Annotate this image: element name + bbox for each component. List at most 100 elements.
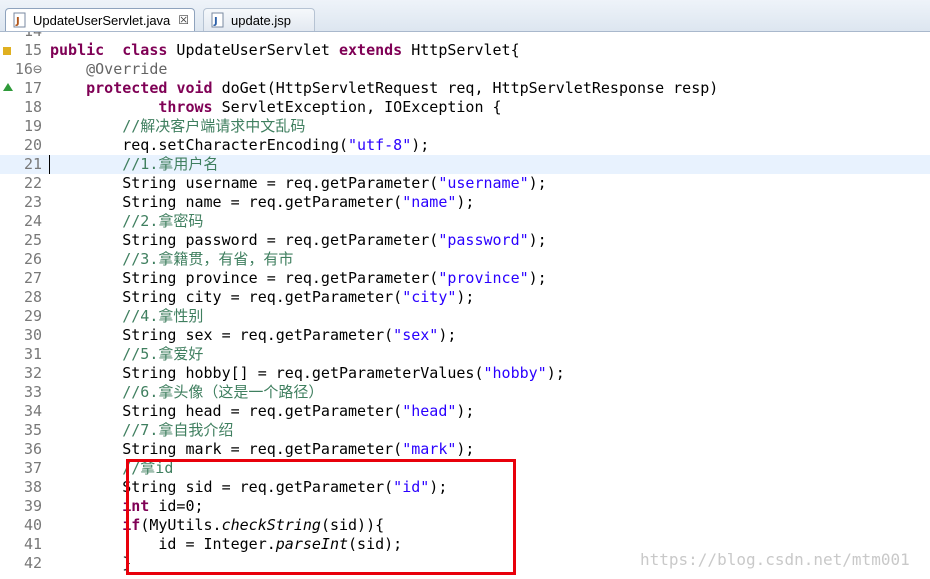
code-line[interactable]: 26 //3.拿籍贯，有省，有市 bbox=[0, 250, 930, 269]
code-line[interactable]: 30 String sex = req.getParameter("sex"); bbox=[0, 326, 930, 345]
code-text: String hobby[] = req.getParameterValues(… bbox=[50, 364, 565, 383]
code-token: ); bbox=[456, 402, 475, 420]
line-number: 22 bbox=[23, 174, 42, 192]
code-token: ); bbox=[456, 193, 475, 211]
code-text: String username = req.getParameter("user… bbox=[50, 174, 547, 193]
code-token: "name" bbox=[402, 193, 457, 211]
code-token: } bbox=[50, 554, 132, 572]
code-line[interactable]: 31 //5.拿爱好 bbox=[0, 345, 930, 364]
line-number: 38 bbox=[23, 478, 42, 496]
editor-tab-bar: J UpdateUserServlet.java ☒ J update.jsp bbox=[0, 0, 930, 32]
code-token: "province" bbox=[438, 269, 529, 287]
code-token: String username = req.getParameter( bbox=[50, 174, 439, 192]
code-token: String name = req.getParameter( bbox=[50, 193, 403, 211]
code-line[interactable]: 14 bbox=[0, 32, 930, 41]
code-line[interactable]: 19 //解决客户端请求中文乱码 bbox=[0, 117, 930, 136]
line-number: 24 bbox=[23, 212, 42, 230]
override-marker-icon[interactable] bbox=[3, 83, 13, 91]
code-token: HttpServlet{ bbox=[402, 41, 520, 59]
code-token: doGet(HttpServletRequest req, HttpServle… bbox=[212, 79, 719, 97]
code-token: ); bbox=[411, 136, 430, 154]
code-token: ); bbox=[438, 326, 457, 344]
close-icon[interactable]: ☒ bbox=[178, 13, 189, 27]
code-token: ); bbox=[546, 364, 565, 382]
code-text: //3.拿籍贯，有省，有市 bbox=[50, 250, 293, 269]
code-text: //1.拿用户名 bbox=[50, 155, 218, 174]
code-token: ServletException, IOException { bbox=[212, 98, 502, 116]
code-line[interactable]: 35 //7.拿自我介绍 bbox=[0, 421, 930, 440]
code-token: req.setCharacterEncoding( bbox=[50, 136, 349, 154]
line-number: 39 bbox=[23, 497, 42, 515]
code-text: String head = req.getParameter("head"); bbox=[50, 402, 474, 421]
code-token: public bbox=[50, 41, 105, 59]
code-line[interactable]: 32 String hobby[] = req.getParameterValu… bbox=[0, 364, 930, 383]
line-number: 40 bbox=[23, 516, 42, 534]
code-text: String province = req.getParameter("prov… bbox=[50, 269, 546, 288]
line-number: 27 bbox=[23, 269, 42, 287]
line-number: 35 bbox=[23, 421, 42, 439]
code-line[interactable]: 15 public class UpdateUserServlet extends… bbox=[0, 41, 930, 60]
code-token: String mark = req.getParameter( bbox=[50, 440, 403, 458]
line-number: 42 bbox=[23, 554, 42, 572]
code-line[interactable]: 17 protected void doGet(HttpServletReque… bbox=[0, 79, 930, 98]
code-text: //5.拿爱好 bbox=[50, 345, 203, 364]
code-text: @Override bbox=[50, 60, 167, 79]
code-token: String password = req.getParameter( bbox=[50, 231, 439, 249]
code-token: protected bbox=[86, 79, 168, 97]
code-line[interactable]: 34 String head = req.getParameter("head"… bbox=[0, 402, 930, 421]
code-line[interactable]: 21 //1.拿用户名 bbox=[0, 155, 930, 174]
tab-updateuserservlet-java[interactable]: J UpdateUserServlet.java ☒ bbox=[5, 8, 195, 31]
code-text: } bbox=[50, 554, 131, 573]
code-token: "hobby" bbox=[483, 364, 547, 382]
code-token: "mark" bbox=[402, 440, 457, 458]
code-line[interactable]: 29 //4.拿性别 bbox=[0, 307, 930, 326]
code-token: ); bbox=[528, 174, 547, 192]
code-text: //2.拿密码 bbox=[50, 212, 203, 231]
code-token: //7.拿自我介绍 bbox=[122, 421, 234, 439]
code-token: ); bbox=[456, 288, 475, 306]
code-line[interactable]: 27 String province = req.getParameter("p… bbox=[0, 269, 930, 288]
code-line[interactable]: 20 req.setCharacterEncoding("utf-8"); bbox=[0, 136, 930, 155]
code-line[interactable]: 28 String city = req.getParameter("city"… bbox=[0, 288, 930, 307]
code-line[interactable]: 22 String username = req.getParameter("u… bbox=[0, 174, 930, 193]
watermark: https://blog.csdn.net/mtm001 bbox=[640, 550, 910, 569]
warning-marker-icon[interactable] bbox=[3, 47, 11, 55]
svg-text:J: J bbox=[15, 16, 20, 27]
code-token: @Override bbox=[86, 60, 168, 78]
code-text: protected void doGet(HttpServletRequest … bbox=[50, 79, 718, 98]
tab-update-jsp[interactable]: J update.jsp bbox=[203, 8, 315, 31]
code-text: public class UpdateUserServlet extends H… bbox=[50, 41, 520, 60]
code-token: String city = req.getParameter( bbox=[50, 288, 403, 306]
code-text: req.setCharacterEncoding("utf-8"); bbox=[50, 136, 429, 155]
line-number: 32 bbox=[23, 364, 42, 382]
code-token: ); bbox=[528, 231, 547, 249]
code-line[interactable]: 16⊖ @Override bbox=[0, 60, 930, 79]
code-token: String sex = req.getParameter( bbox=[50, 326, 394, 344]
code-token: "utf-8" bbox=[348, 136, 412, 154]
code-token: "sex" bbox=[393, 326, 439, 344]
code-line[interactable]: 33 //6.拿头像（这是一个路径） bbox=[0, 383, 930, 402]
line-number: 21 bbox=[23, 155, 42, 173]
line-number: 33 bbox=[23, 383, 42, 401]
code-line[interactable]: 18 throws ServletException, IOException … bbox=[0, 98, 930, 117]
code-token: String province = req.getParameter( bbox=[50, 269, 439, 287]
code-line[interactable]: 23 String name = req.getParameter("name"… bbox=[0, 193, 930, 212]
line-number: 26 bbox=[23, 250, 42, 268]
code-line[interactable]: 36 String mark = req.getParameter("mark"… bbox=[0, 440, 930, 459]
line-number: 37 bbox=[23, 459, 42, 477]
code-token: UpdateUserServlet bbox=[167, 41, 339, 59]
code-line[interactable]: 25 String password = req.getParameter("p… bbox=[0, 231, 930, 250]
code-text: String password = req.getParameter("pass… bbox=[50, 231, 547, 250]
code-line[interactable]: 24 //2.拿密码 bbox=[0, 212, 930, 231]
tab-label: update.jsp bbox=[231, 12, 291, 28]
